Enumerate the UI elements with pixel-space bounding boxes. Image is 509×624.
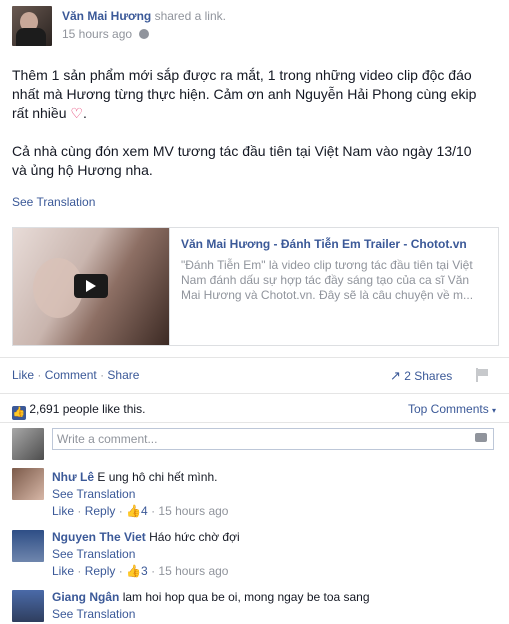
like-button[interactable]: Like: [12, 368, 34, 382]
camera-icon[interactable]: [475, 433, 487, 442]
comment: Nguyen The Viet Háo hức chờ đợi See Tran…: [52, 530, 492, 578]
post-time[interactable]: 15 hours ago: [62, 27, 150, 41]
comment: Giang Ngân lam hoi hop qua be oi, mong n…: [52, 590, 492, 621]
comment-author[interactable]: Nguyen The Viet: [52, 530, 146, 544]
post-header: Văn Mai Hương shared a link.: [62, 9, 226, 23]
comment-likes[interactable]: 👍3: [126, 564, 151, 578]
thumbs-up-icon: 👍: [126, 564, 142, 578]
post-text-line: và ủng hộ Hương nha.: [12, 162, 153, 178]
comment-see-translation[interactable]: See Translation: [52, 487, 492, 501]
post-timestamp[interactable]: 15 hours ago: [62, 27, 132, 41]
comment-see-translation[interactable]: See Translation: [52, 607, 492, 621]
link-card[interactable]: Văn Mai Hương - Đánh Tiễn Em Trailer - C…: [12, 227, 499, 346]
see-translation-link[interactable]: See Translation: [12, 195, 95, 209]
divider: [0, 393, 509, 394]
author-name[interactable]: Văn Mai Hương: [62, 9, 151, 23]
video-thumbnail[interactable]: [13, 228, 169, 345]
comment-reply-button[interactable]: Reply: [85, 504, 116, 518]
likes-count[interactable]: 2,691 people like this.: [29, 402, 145, 416]
comment-time[interactable]: 15 hours ago: [158, 504, 228, 518]
action-bar: Like · Comment · Share: [12, 368, 140, 382]
comment-input[interactable]: Write a comment...: [52, 428, 494, 450]
comment-button[interactable]: Comment: [45, 368, 97, 382]
commenter-avatar[interactable]: [12, 468, 44, 500]
post-text-line: Thêm 1 sản phẩm mới sắp được ra mắt, 1 t…: [12, 67, 472, 83]
comment-reply-button[interactable]: Reply: [85, 564, 116, 578]
globe-icon[interactable]: [139, 29, 150, 39]
heart-icon: ♡: [70, 105, 83, 121]
thumbs-up-icon: 👍: [126, 504, 142, 518]
comment-author[interactable]: Như Lê: [52, 470, 94, 484]
comment-likes[interactable]: 👍4: [126, 504, 151, 518]
share-button[interactable]: Share: [107, 368, 139, 382]
comment: Như Lê E ung hô chi hết mình. See Transl…: [52, 470, 492, 518]
current-user-avatar: [12, 428, 44, 460]
comment-like-button[interactable]: Like: [52, 564, 74, 578]
thumbs-up-icon: 👍: [12, 406, 26, 420]
shares-count[interactable]: ↗ 2 Shares: [390, 368, 452, 384]
comment-text: Háo hức chờ đợi: [149, 530, 240, 544]
post-text: Thêm 1 sản phẩm mới sắp được ra mắt, 1 t…: [12, 66, 502, 180]
commenter-avatar[interactable]: [12, 530, 44, 562]
post-text-line: Cả nhà cùng đón xem MV tương tác đầu tiê…: [12, 143, 472, 159]
comment-time[interactable]: 15 hours ago: [158, 564, 228, 578]
comment-see-translation[interactable]: See Translation: [52, 547, 492, 561]
comment-text: E ung hô chi hết mình.: [97, 470, 218, 484]
chevron-down-icon: ▾: [492, 406, 497, 415]
commenter-avatar[interactable]: [12, 590, 44, 622]
divider: [0, 357, 509, 358]
post-text-line: nhất mà Hương từng thực hiện. Cảm ơn anh…: [12, 86, 477, 102]
top-comments-dropdown[interactable]: Top Comments ▾: [408, 402, 496, 416]
link-title[interactable]: Văn Mai Hương - Đánh Tiễn Em Trailer - C…: [181, 237, 491, 251]
post-text-line-heart: rất nhiều ♡.: [12, 105, 87, 121]
play-button-icon[interactable]: [74, 274, 108, 298]
author-avatar[interactable]: [12, 6, 52, 46]
comment-like-button[interactable]: Like: [52, 504, 74, 518]
share-arrow-icon: ↗: [390, 368, 401, 383]
likes-summary[interactable]: 👍 2,691 people like this.: [12, 402, 145, 420]
post-action: shared a link.: [154, 9, 226, 23]
comment-author[interactable]: Giang Ngân: [52, 590, 119, 604]
divider: [0, 422, 509, 423]
comment-text: lam hoi hop qua be oi, mong ngay be toa …: [122, 590, 370, 604]
link-description: "Đánh Tiễn Em" là video clip tương tác đ…: [181, 258, 474, 302]
follow-flag-icon[interactable]: [476, 368, 488, 382]
